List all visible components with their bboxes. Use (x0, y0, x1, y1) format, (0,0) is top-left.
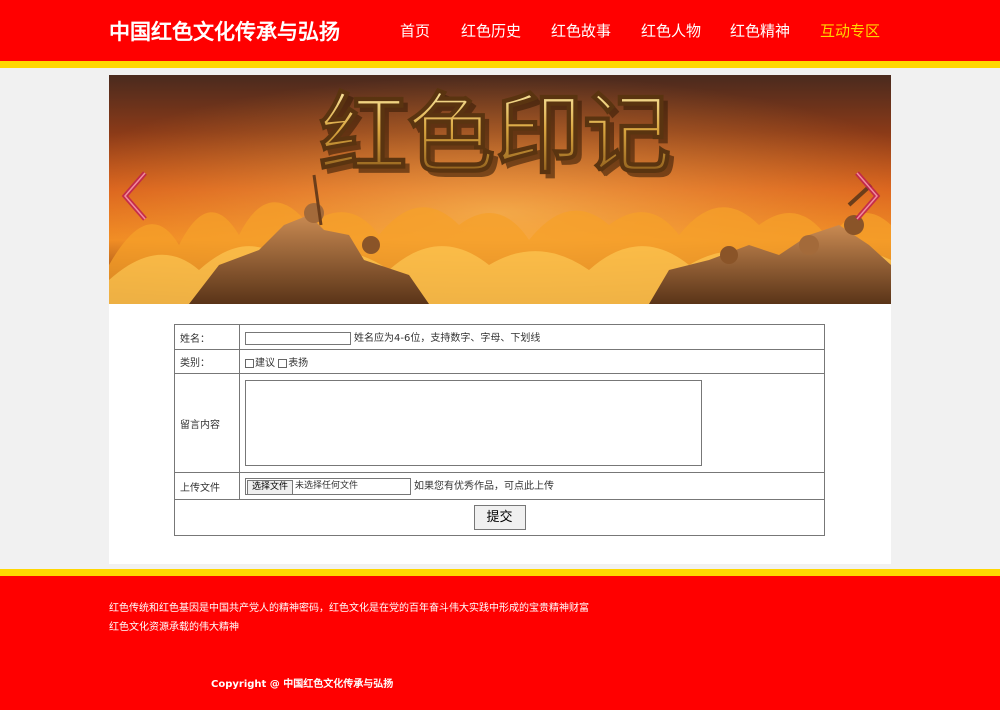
nav-item-interactive-zone[interactable]: 互动专区 (820, 20, 880, 41)
banner-title: 红色印记 (319, 83, 671, 186)
submit-cell: 提交 (174, 499, 825, 536)
site-header: 中国红色文化传承与弘扬 首页 红色历史 红色故事 红色人物 红色精神 互动专区 (0, 0, 1000, 61)
site-footer: 红色传统和红色基因是中国共产党人的精神密码，红色文化是在党的百年奋斗伟大实践中形… (0, 576, 1000, 710)
copyright-text: Copyright @ 中国红色文化传承与弘扬 (211, 679, 394, 690)
form-row-submit: 提交 (174, 499, 825, 536)
choose-file-button[interactable]: 选择文件 (247, 479, 294, 494)
form-row-category: 类别： 建议 表扬 (174, 349, 825, 374)
header-gold-stripe (0, 61, 1000, 68)
nav-item-red-spirit[interactable]: 红色精神 (730, 20, 790, 41)
form-row-name: 姓名： 姓名应为4-6位，支持数字、字母、下划线 (174, 324, 825, 350)
message-cell (239, 373, 825, 473)
main-nav: 首页 红色历史 红色故事 红色人物 红色精神 互动专区 (380, 0, 920, 61)
suggestion-label: 建议 (255, 358, 275, 369)
submit-button[interactable]: 提交 (473, 505, 526, 530)
message-label: 留言内容 (174, 373, 240, 473)
file-input[interactable]: 选择文件 未选择任何文件 (245, 477, 411, 495)
category-label: 类别： (174, 349, 240, 374)
upload-hint: 如果您有优秀作品，可点此上传 (414, 481, 554, 493)
footer-gold-stripe (0, 569, 1000, 576)
nav-item-red-stories[interactable]: 红色故事 (551, 20, 611, 41)
name-input[interactable] (245, 331, 351, 345)
carousel-next-arrow-icon[interactable] (851, 171, 881, 221)
footer-text-line-1: 红色传统和红色基因是中国共产党人的精神密码，红色文化是在党的百年奋斗伟大实践中形… (109, 603, 589, 614)
nav-item-home[interactable]: 首页 (400, 20, 430, 41)
category-cell: 建议 表扬 (239, 349, 825, 374)
main-content: 红色印记 红色印记 姓名： 姓名应为4-6位，支持数字、字母、下划线 类别： 建… (109, 75, 891, 564)
upload-cell: 选择文件 未选择任何文件 如果您有优秀作品，可点此上传 (239, 472, 825, 500)
message-textarea[interactable] (245, 380, 702, 466)
name-cell: 姓名应为4-6位，支持数字、字母、下划线 (239, 324, 825, 350)
file-status: 未选择任何文件 (295, 480, 359, 491)
carousel-prev-arrow-icon[interactable] (121, 171, 151, 221)
nav-item-red-figures[interactable]: 红色人物 (641, 20, 701, 41)
name-hint: 姓名应为4-6位，支持数字、字母、下划线 (354, 333, 541, 345)
praise-checkbox[interactable] (278, 358, 288, 368)
nav-item-red-history[interactable]: 红色历史 (461, 20, 521, 41)
form-row-message: 留言内容 (174, 373, 825, 473)
footer-text-line-2: 红色文化资源承载的伟大精神 (109, 622, 239, 633)
upload-label: 上传文件 (174, 472, 240, 500)
message-form: 姓名： 姓名应为4-6位，支持数字、字母、下划线 类别： 建议 表扬 留言内容 … (174, 324, 825, 536)
banner-carousel: 红色印记 红色印记 (109, 75, 891, 304)
praise-label: 表扬 (288, 358, 309, 369)
name-label: 姓名： (174, 324, 240, 350)
banner-image: 红色印记 红色印记 (109, 75, 891, 304)
suggestion-checkbox[interactable] (245, 358, 254, 368)
form-row-upload: 上传文件 选择文件 未选择任何文件 如果您有优秀作品，可点此上传 (174, 472, 825, 500)
site-title: 中国红色文化传承与弘扬 (109, 20, 340, 44)
